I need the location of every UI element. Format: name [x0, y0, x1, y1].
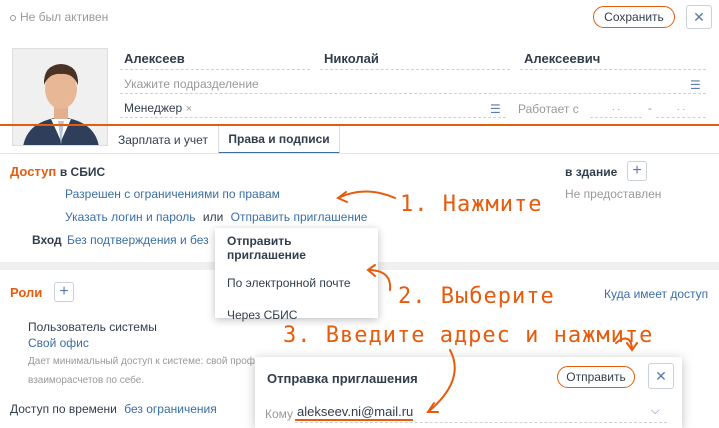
- arrow-step3a: [427, 349, 456, 413]
- annotation-step2: 2. Выберите: [398, 284, 555, 309]
- annotation-step1: 1. Нажмите: [400, 192, 543, 217]
- annotation-arrows: [336, 190, 638, 413]
- annotation-step3: 3. Введите адрес и нажмите: [283, 323, 654, 348]
